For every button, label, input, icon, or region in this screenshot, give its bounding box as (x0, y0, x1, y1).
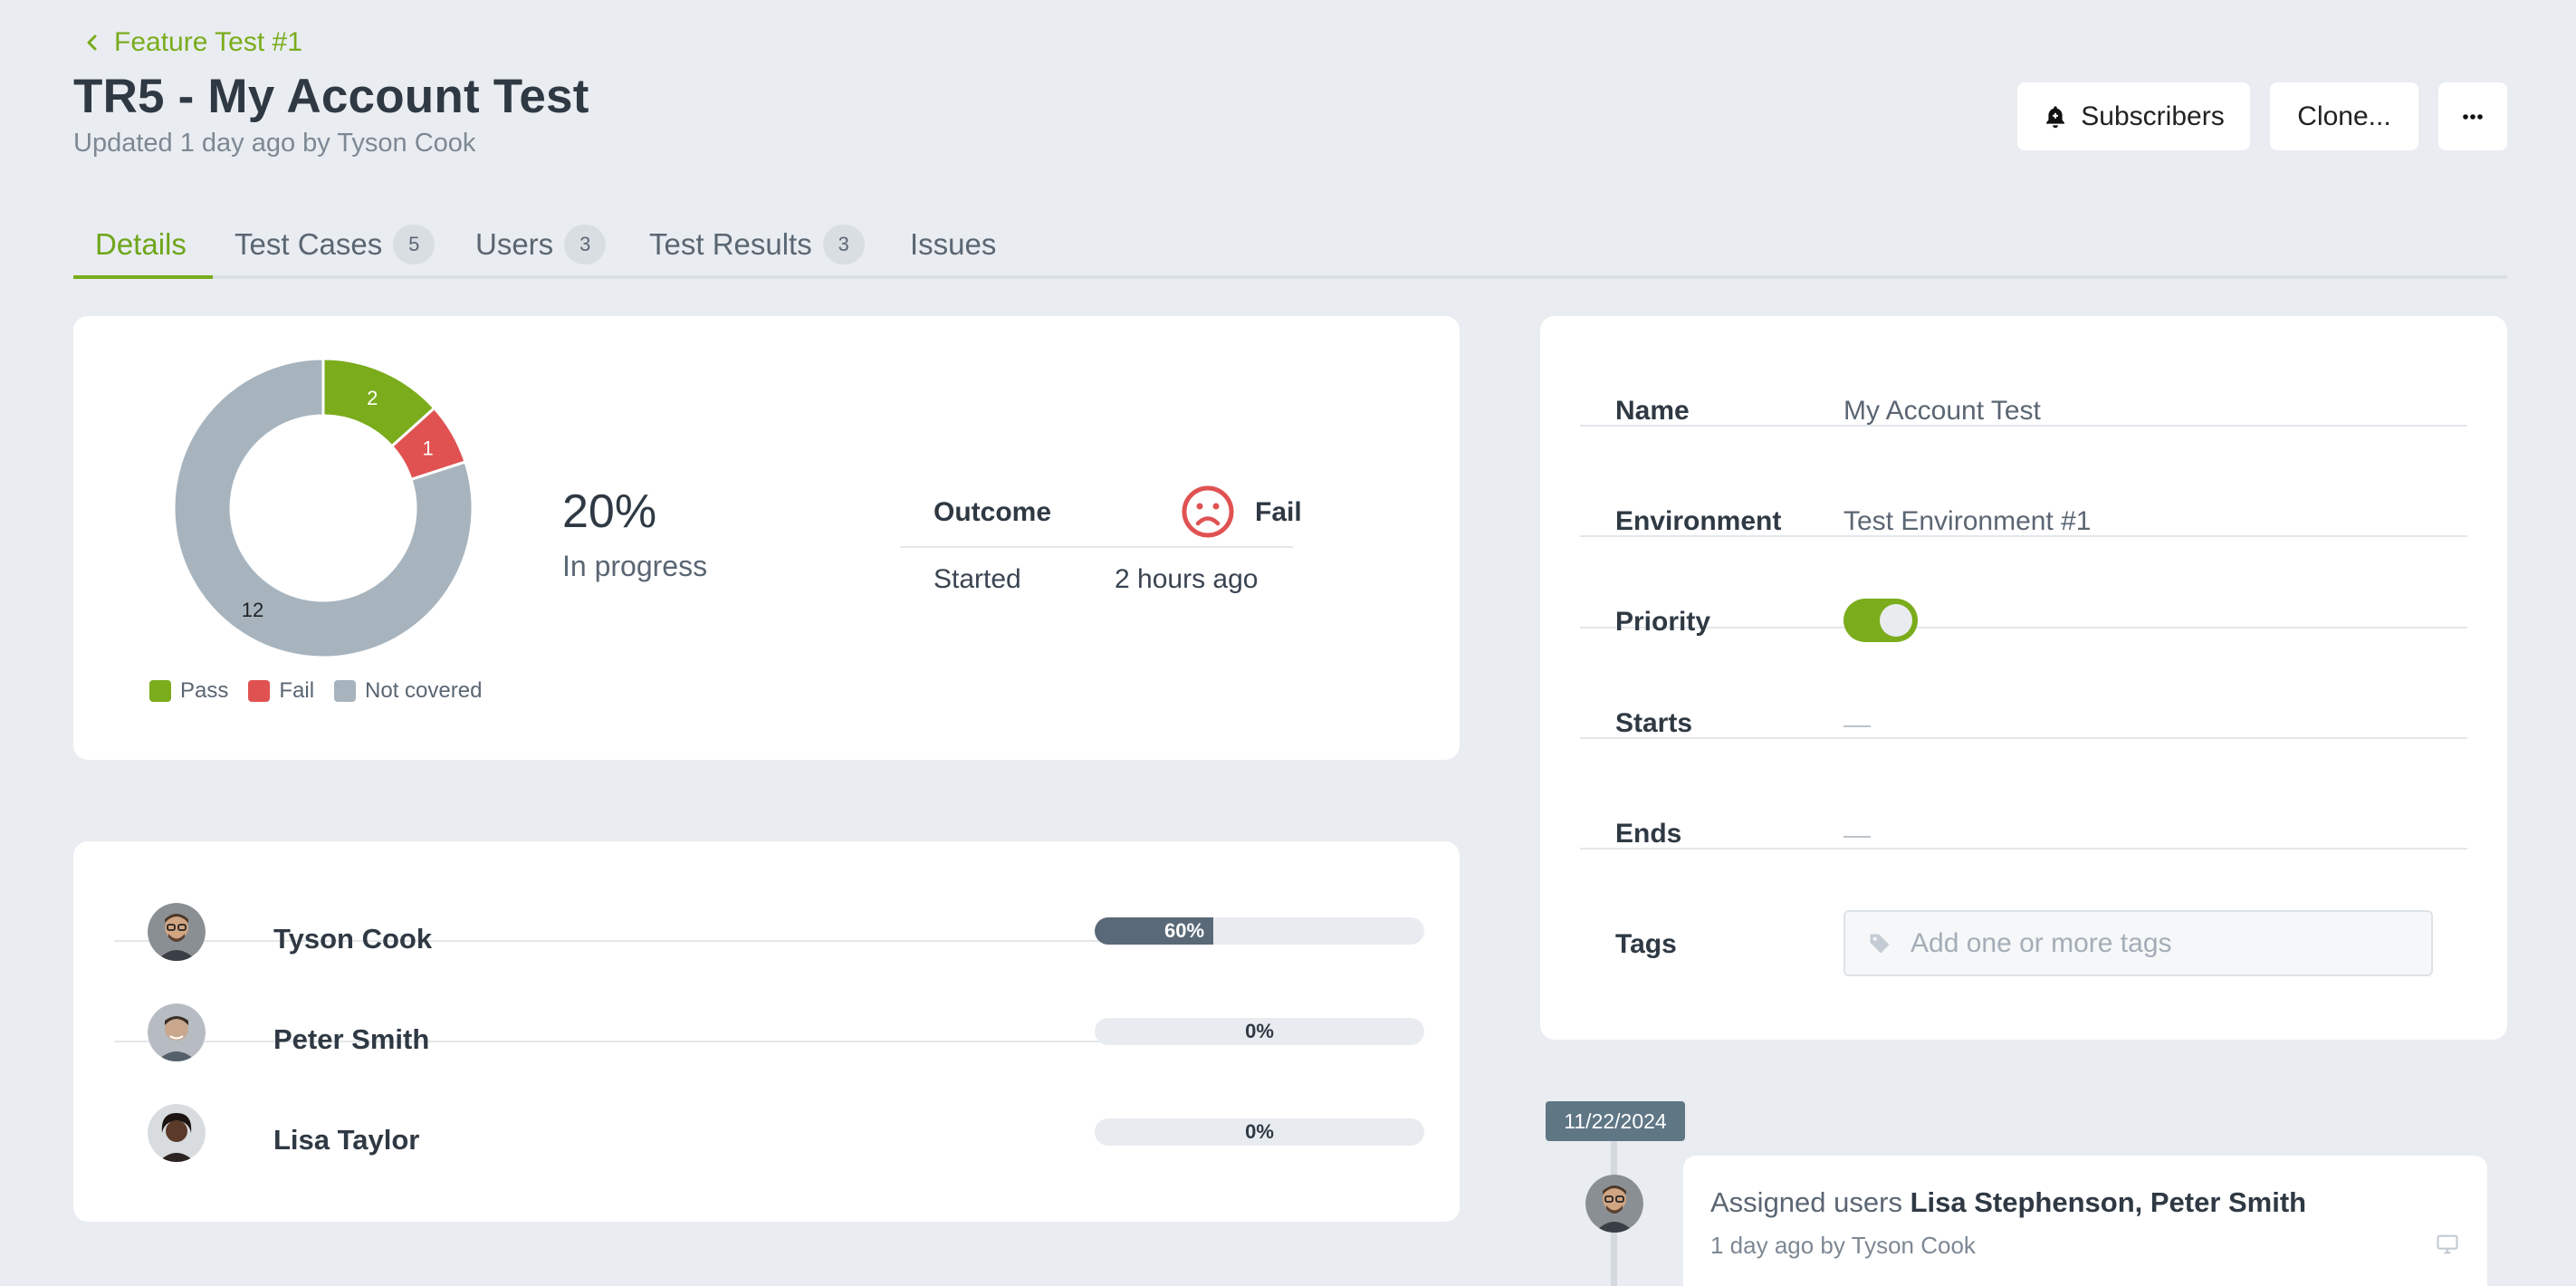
user-row[interactable]: Tyson Cook 60% (114, 841, 1424, 961)
chevron-left-icon (87, 34, 97, 51)
tab-users[interactable]: Users 3 (475, 210, 607, 279)
user-progress-bar: 60% (1095, 917, 1424, 945)
property-tags-row: Tags Add one or more tags (1580, 849, 2467, 976)
progress-label: 60% (1164, 919, 1205, 942)
started-value: 2 hours ago (1115, 564, 1259, 594)
property-ends-row: Ends (1580, 739, 2467, 849)
timeline-entry-text: Assigned users Lisa Stephenson, Peter Sm… (1710, 1186, 2306, 1219)
more-options-button[interactable] (2438, 82, 2507, 150)
legend-item-not-covered: Not covered (334, 678, 482, 704)
tab-label: Details (95, 227, 187, 261)
timeline-entry: Assigned users Lisa Stephenson, Peter Sm… (1683, 1156, 2487, 1286)
bell-icon (2046, 105, 2065, 128)
outcome-value: Fail (1255, 497, 1302, 527)
legend-label: Fail (279, 678, 315, 703)
back-link[interactable]: Feature Test #1 (83, 27, 302, 58)
property-label: Tags (1615, 929, 1677, 959)
legend-swatch-not-covered (334, 680, 357, 702)
tab-label: Issues (910, 227, 997, 261)
legend-label: Not covered (365, 678, 483, 703)
properties-card: Name My Account Test Environment Test En… (1540, 316, 2507, 1040)
legend-swatch-pass (149, 680, 171, 702)
avatar (148, 1104, 206, 1162)
user-name: Lisa Taylor (273, 1124, 420, 1156)
back-link-label: Feature Test #1 (114, 27, 302, 57)
legend-swatch-fail (248, 680, 271, 702)
tab-issues[interactable]: Issues (910, 210, 996, 279)
user-progress-bar: 0% (1095, 1018, 1424, 1045)
tab-count-badge: 5 (393, 225, 436, 264)
user-row[interactable]: Lisa Taylor 0% (114, 1042, 1424, 1162)
donut-label-not-covered: 12 (242, 599, 263, 621)
property-label: Ends (1615, 819, 1682, 849)
property-environment-row: Environment Test Environment #1 (1580, 427, 2467, 537)
page-subtitle: Updated 1 day ago by Tyson Cook (73, 129, 476, 158)
legend-item-pass: Pass (149, 678, 228, 704)
subscribers-label: Subscribers (2081, 101, 2225, 131)
tag-icon (1870, 934, 1890, 953)
empty-value-dash[interactable] (1843, 836, 1871, 838)
page-title: TR5 - My Account Test (73, 70, 589, 123)
progress-label: 0% (1245, 1120, 1274, 1143)
property-label: Name (1615, 396, 1690, 426)
property-label: Environment (1615, 506, 1782, 536)
timeline-action: Assigned users (1710, 1186, 1902, 1218)
clone-button[interactable]: Clone... (2270, 82, 2418, 150)
avatar (1585, 1175, 1643, 1233)
tags-input[interactable]: Add one or more tags (1843, 910, 2433, 976)
tab-label: Test Cases (235, 227, 383, 261)
property-label: Starts (1615, 708, 1693, 738)
subscribers-button[interactable]: Subscribers (2017, 82, 2250, 150)
legend-label: Pass (180, 678, 229, 703)
user-row[interactable]: Peter Smith 0% (114, 942, 1424, 1061)
tab-label: Test Results (649, 227, 812, 261)
tab-active-indicator (73, 275, 213, 279)
tags-placeholder: Add one or more tags (1910, 927, 2172, 958)
progress-status: In progress (562, 550, 708, 582)
outcome-label: Outcome (934, 497, 1052, 527)
summary-card: 2 1 12 Pass Fail Not covered 20% In progre… (73, 316, 1460, 760)
legend-item-fail: Fail (248, 678, 314, 704)
donut-label-fail: 1 (422, 437, 433, 459)
sad-face-icon (1182, 485, 1234, 538)
empty-value-dash[interactable] (1843, 725, 1871, 727)
users-card: Tyson Cook 60% Peter Smith 0% Lisa Taylo… (73, 841, 1460, 1222)
tab-details[interactable]: Details (95, 210, 187, 279)
started-label: Started (934, 564, 1021, 594)
property-value[interactable]: Test Environment #1 (1843, 506, 2091, 537)
tab-test-cases[interactable]: Test Cases 5 (235, 210, 436, 279)
timeline-meta: 1 day ago by Tyson Cook (1710, 1232, 1976, 1259)
progress-label: 0% (1245, 1020, 1274, 1042)
timeline-date-badge: 11/22/2024 (1546, 1101, 1685, 1141)
tab-test-results[interactable]: Test Results 3 (649, 210, 865, 279)
property-value[interactable]: My Account Test (1843, 396, 2041, 427)
property-priority-row: Priority (1580, 537, 2467, 642)
progress-percent: 20% (562, 485, 657, 538)
tab-count-badge: 3 (564, 225, 607, 264)
property-name-row: Name My Account Test (1580, 316, 2467, 427)
tab-count-badge: 3 (822, 225, 865, 264)
results-donut-chart: 2 1 12 (172, 357, 474, 659)
chart-legend: Pass Fail Not covered (149, 678, 482, 704)
property-starts-row: Starts (1580, 629, 2467, 739)
timeline-users[interactable]: Lisa Stephenson, Peter Smith (1910, 1186, 2307, 1218)
outcome-row: Outcome Fail (900, 470, 1302, 548)
donut-label-pass: 2 (367, 387, 378, 409)
more-horizontal-icon (2463, 113, 2483, 120)
user-progress-bar: 0% (1095, 1118, 1424, 1146)
clone-label: Clone... (2297, 101, 2391, 131)
monitor-icon (2437, 1234, 2458, 1254)
tab-label: Users (475, 227, 554, 261)
tab-bar: Details Test Cases 5 Users 3 Test Result… (73, 210, 2507, 279)
